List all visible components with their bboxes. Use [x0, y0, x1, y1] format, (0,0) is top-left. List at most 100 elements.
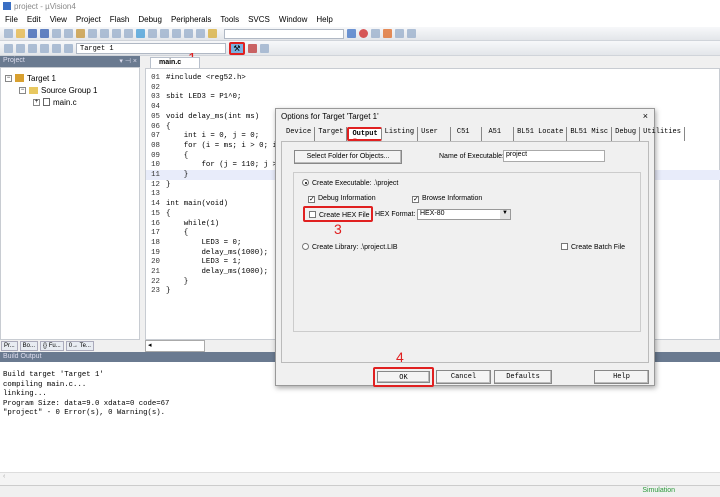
line-number: 12 — [151, 180, 160, 189]
browse-info-checkbox[interactable]: ✓ Browse Information — [412, 195, 482, 203]
dropdown-arrow-icon[interactable]: ▼ — [500, 210, 510, 219]
tab-project[interactable]: Pr... — [1, 341, 18, 351]
editor-horizontal-scrollbar[interactable]: ◂ — [145, 340, 205, 352]
build-icon[interactable] — [16, 43, 25, 53]
select-folder-button[interactable]: Select Folder for Objects... — [294, 150, 402, 164]
defaults-button[interactable]: Defaults — [494, 370, 552, 384]
tab-utilities[interactable]: Utilities — [640, 127, 685, 141]
open-icon[interactable] — [16, 29, 25, 38]
config-icon[interactable] — [407, 29, 416, 38]
manage-components-icon[interactable] — [248, 43, 257, 53]
panel-controls-icon[interactable]: ▾ ⊣ × — [119, 57, 137, 65]
tree-source-group[interactable]: − Source Group 1 — [5, 84, 135, 96]
books-icon[interactable] — [260, 43, 269, 53]
find-combo[interactable] — [224, 28, 344, 39]
target-options-button[interactable]: ⚒ — [229, 41, 245, 55]
menu-view[interactable]: View — [50, 15, 67, 25]
hex-format-select[interactable]: HEX-80 ▼ — [417, 209, 511, 220]
build-output-scrollbar[interactable]: ‹ — [0, 472, 720, 485]
editor-tab-main-c[interactable]: main.c — [150, 57, 200, 68]
tab-books[interactable]: Bo... — [19, 341, 39, 351]
menu-edit[interactable]: Edit — [27, 15, 41, 25]
create-batch-checkbox[interactable]: Create Batch File — [561, 243, 625, 251]
checkbox-empty-icon — [309, 211, 316, 218]
checkbox-label: Debug Information — [318, 195, 376, 202]
menu-file[interactable]: File — [5, 15, 18, 25]
unindent-icon[interactable] — [184, 29, 193, 38]
help-button[interactable]: Help — [594, 370, 649, 384]
disable-breakpoint-icon[interactable] — [371, 29, 380, 38]
bookmark-next-icon[interactable] — [160, 29, 169, 38]
find-in-files-icon[interactable] — [208, 29, 217, 38]
undo-icon[interactable] — [88, 29, 97, 38]
nav-forward-icon[interactable] — [124, 29, 133, 38]
expand-icon[interactable]: + — [33, 98, 40, 106]
batch-build-icon[interactable] — [40, 43, 49, 53]
menu-project[interactable]: Project — [76, 15, 101, 25]
line-code: for (i = ms; i > 0; i--) — [166, 141, 291, 150]
paste-icon[interactable] — [76, 29, 85, 38]
menu-peripherals[interactable]: Peripherals — [171, 15, 211, 25]
comment-icon[interactable] — [196, 29, 205, 38]
executable-name-input[interactable]: project — [503, 150, 605, 162]
tab-a51[interactable]: A51 — [482, 127, 515, 141]
create-library-radio[interactable]: Create Library: .\project.LIB — [302, 243, 398, 251]
dialog-tabs: Device Target Output Listing User C51 A5… — [283, 127, 685, 141]
new-file-icon[interactable] — [4, 29, 13, 38]
bookmark-icon[interactable] — [136, 29, 145, 38]
redo-icon[interactable] — [100, 29, 109, 38]
tab-debug[interactable]: Debug — [612, 127, 641, 141]
tab-user[interactable]: User — [418, 127, 451, 141]
tab-c51[interactable]: C51 — [451, 127, 483, 141]
line-code: { — [166, 229, 189, 238]
tree-main-c[interactable]: + main.c — [5, 96, 135, 108]
create-executable-radio[interactable]: Create Executable: .\project — [302, 179, 398, 187]
line-code: { — [166, 151, 189, 160]
cancel-button[interactable]: Cancel — [436, 370, 491, 384]
menu-window[interactable]: Window — [279, 15, 307, 25]
line-code: } — [166, 287, 171, 296]
tab-functions[interactable]: {} Fu... — [40, 341, 64, 351]
tab-templates[interactable]: 0→ Te... — [65, 341, 94, 351]
debug-info-checkbox[interactable]: ✓ Debug Information — [308, 195, 376, 203]
tab-listing[interactable]: Listing — [382, 127, 419, 141]
target-select[interactable]: Target 1 — [76, 42, 226, 54]
menu-svcs[interactable]: SVCS — [248, 15, 270, 25]
menu-flash[interactable]: Flash — [110, 15, 130, 25]
menu-help[interactable]: Help — [316, 15, 332, 25]
save-all-icon[interactable] — [40, 29, 49, 38]
rebuild-icon[interactable] — [28, 43, 37, 53]
tab-bl51-locate[interactable]: BL51 Locate — [514, 127, 568, 141]
collapse-icon[interactable]: − — [5, 74, 12, 82]
stop-build-icon[interactable] — [52, 43, 61, 53]
save-icon[interactable] — [28, 29, 37, 38]
tab-target[interactable]: Target — [315, 127, 348, 141]
hex-format-value: HEX-80 — [420, 210, 445, 217]
tab-device[interactable]: Device — [283, 127, 316, 141]
bookmark-prev-icon[interactable] — [148, 29, 157, 38]
close-icon[interactable]: × — [643, 111, 648, 121]
copy-icon[interactable] — [64, 29, 73, 38]
collapse-icon[interactable]: − — [19, 86, 26, 94]
create-hex-checkbox[interactable]: Create HEX File — [303, 206, 373, 222]
indent-icon[interactable] — [172, 29, 181, 38]
menu-tools[interactable]: Tools — [220, 15, 239, 25]
window-icon[interactable] — [395, 29, 404, 38]
line-number: 07 — [151, 132, 160, 141]
translate-icon[interactable] — [4, 43, 13, 53]
menu-debug[interactable]: Debug — [138, 15, 162, 25]
cut-icon[interactable] — [52, 29, 61, 38]
kill-breakpoints-icon[interactable] — [383, 29, 392, 38]
tree-target[interactable]: − Target 1 — [5, 72, 135, 84]
debug-session-icon[interactable] — [347, 29, 356, 38]
ok-button[interactable]: OK — [377, 371, 430, 383]
nav-back-icon[interactable] — [112, 29, 121, 38]
download-icon[interactable] — [64, 43, 73, 53]
line-code: { — [166, 122, 171, 131]
checkbox-label: Browse Information — [422, 195, 483, 202]
hex-format-label: HEX Format: — [375, 211, 416, 218]
breakpoint-icon[interactable] — [359, 29, 368, 38]
folder-icon — [29, 86, 38, 94]
line-number: 23 — [151, 287, 160, 296]
tab-bl51-misc[interactable]: BL51 Misc — [567, 127, 613, 141]
